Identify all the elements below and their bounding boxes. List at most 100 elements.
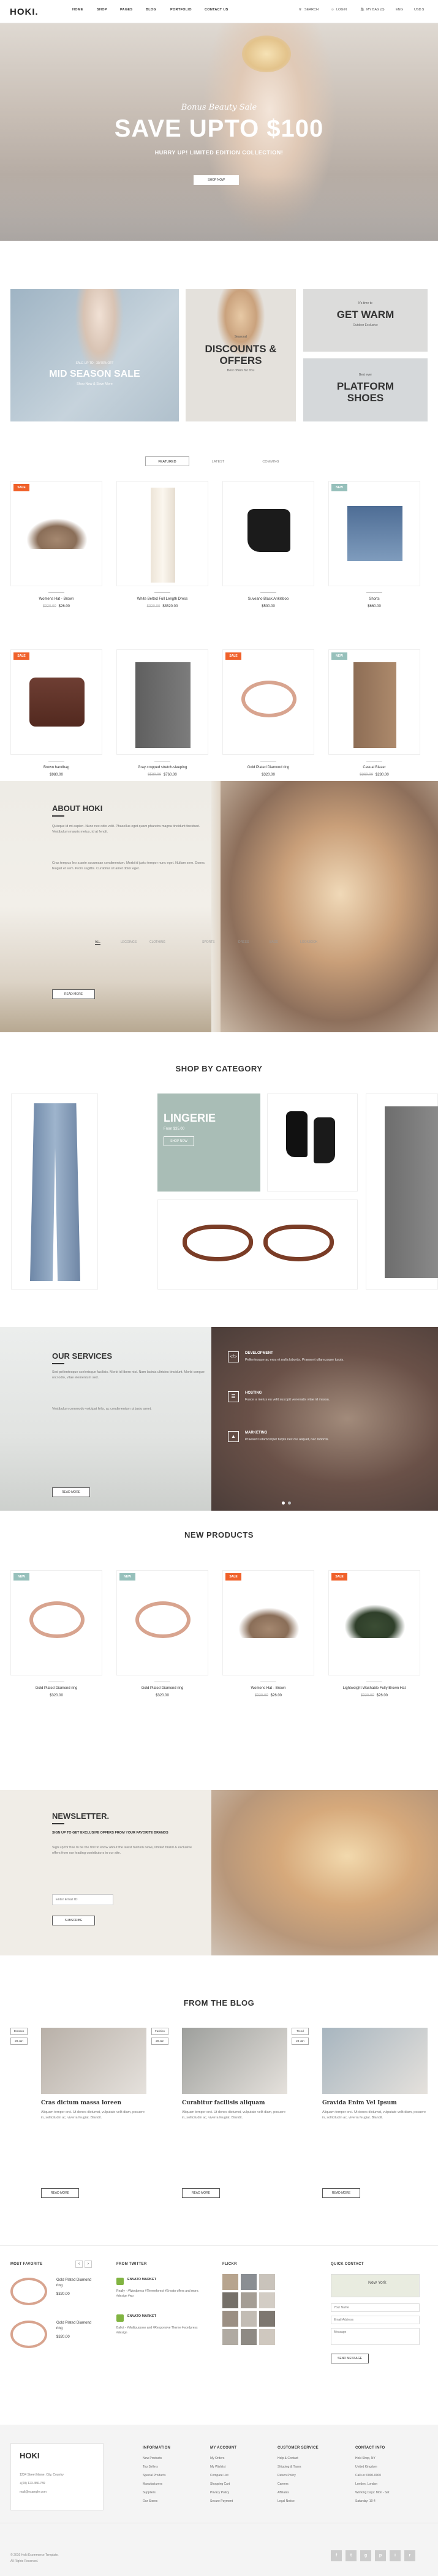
flickr-thumb[interactable] (259, 2329, 275, 2345)
hero-shop-now-button[interactable]: SHOP NOW (194, 175, 239, 185)
category-jeans[interactable] (11, 1093, 98, 1290)
product-card[interactable]: NEW (328, 481, 420, 586)
nav-pages[interactable]: PAGES (120, 8, 132, 12)
flickr-thumb[interactable] (241, 2311, 257, 2327)
footer-link[interactable]: My Wishlist (210, 2465, 225, 2469)
slider-dot[interactable] (282, 1501, 285, 1505)
instagram-icon[interactable]: i (390, 2550, 401, 2561)
footer-link[interactable]: Privacy Policy (210, 2491, 229, 2495)
tab-clothing[interactable]: CLOTHING (149, 940, 165, 944)
category-lingerie[interactable]: LINGERIE From $35.00 SHOP NOW (157, 1093, 260, 1192)
product-name[interactable]: Gray cropped stretch-sleeping (116, 766, 208, 769)
tab-latest[interactable]: LATEST (196, 456, 240, 466)
contact-name-input[interactable] (331, 2303, 420, 2312)
subscribe-button[interactable]: SUBSCRIBE (52, 1916, 95, 1925)
category-coat[interactable] (366, 1093, 438, 1290)
product-name[interactable]: Gold Plated Diamond ring (116, 1686, 208, 1690)
blog-post-title[interactable]: Cras dictum massa loreen (41, 2100, 121, 2106)
flickr-thumb[interactable] (259, 2292, 275, 2308)
promo-get-warm[interactable]: It's time to GET WARM Outdoor Exclusive (303, 289, 428, 352)
lang-select[interactable]: ENG (396, 8, 403, 12)
footer-link[interactable]: Our Stores (143, 2499, 157, 2503)
flickr-thumb[interactable] (241, 2274, 257, 2290)
blog-image[interactable] (322, 2028, 428, 2094)
tab-all[interactable]: ALL (95, 940, 100, 945)
blog-category-tag[interactable]: Fashion (151, 2028, 168, 2035)
next-arrow-icon[interactable]: › (85, 2261, 92, 2268)
footer-link[interactable]: Call us: 0000-0000 (355, 2474, 381, 2477)
lingerie-shop-button[interactable]: SHOP NOW (164, 1136, 194, 1146)
product-card[interactable]: SALE (10, 649, 102, 755)
blog-post-title[interactable]: Gravida Enim Vel Ipsum (322, 2100, 397, 2106)
blog-category-tag[interactable]: Trend (292, 2028, 309, 2035)
product-name[interactable]: Casual Blazer (328, 766, 420, 769)
google-plus-icon[interactable]: g (360, 2550, 371, 2561)
footer-link[interactable]: Return Policy (278, 2474, 296, 2477)
footer-link[interactable]: Suppliers (143, 2491, 156, 2495)
blog-post-title[interactable]: Curabitur facilisis aliquam (182, 2100, 265, 2106)
slider-dot[interactable] (288, 1501, 291, 1505)
contact-email-input[interactable] (331, 2316, 420, 2324)
blog-read-more-button[interactable]: READ MORE (182, 2188, 220, 2198)
tab-comming[interactable]: COMMING (249, 456, 293, 466)
user-icon[interactable]: ☺ (331, 8, 334, 12)
flickr-thumb[interactable] (259, 2274, 275, 2290)
twitter-icon[interactable]: t (345, 2550, 357, 2561)
blog-read-more-button[interactable]: READ MORE (322, 2188, 360, 2198)
prev-arrow-icon[interactable]: ‹ (75, 2261, 83, 2268)
product-name[interactable]: Shorts (328, 597, 420, 601)
footer-link[interactable]: Careers (278, 2482, 289, 2486)
flickr-thumb[interactable] (241, 2329, 257, 2345)
search-link[interactable]: SEARCH (304, 8, 319, 12)
nav-contact[interactable]: CONTACT US (205, 8, 228, 12)
flickr-thumb[interactable] (259, 2311, 275, 2327)
flickr-thumb[interactable] (222, 2274, 238, 2290)
logo[interactable]: HOKI. (10, 7, 39, 17)
footer-link[interactable]: London, London (355, 2482, 377, 2486)
footer-link[interactable]: Saturday: 10-4 (355, 2499, 376, 2503)
about-read-more-button[interactable]: READ MORE (52, 989, 95, 999)
tab-bags[interactable]: BAGS (270, 940, 278, 944)
tab-lookbook[interactable]: LOOKBOOK (300, 940, 317, 944)
footer-link[interactable]: Affiliates (278, 2491, 289, 2495)
product-name[interactable]: White Belted Full Length Dress (116, 597, 208, 601)
promo-mid-season[interactable]: SALE UP TO · 30/70% OFF MID SEASON SALE … (10, 289, 179, 421)
product-name[interactable]: Lightweight Washable Fully Brown Hat (328, 1686, 420, 1690)
bag-icon[interactable]: 🛍 (360, 8, 364, 12)
product-name[interactable]: Brown handbag (10, 766, 102, 769)
category-glasses[interactable] (157, 1199, 358, 1290)
blog-category-tag[interactable]: Dresses (10, 2028, 28, 2035)
product-card[interactable]: SALE (10, 481, 102, 586)
category-boots[interactable] (267, 1093, 358, 1192)
footer-link[interactable]: Help & Contact (278, 2457, 298, 2460)
tab-dress[interactable]: DRESS (238, 940, 249, 944)
product-name[interactable]: Suveano Black Ankleboo (222, 597, 314, 601)
promo-discounts[interactable]: Seasonal DISCOUNTS & OFFERS Best offers … (186, 289, 296, 421)
services-read-more-button[interactable]: READ MORE (52, 1487, 90, 1497)
promo-platform-shoes[interactable]: Best ever PLATFORM SHOES (303, 358, 428, 421)
footer-link[interactable]: Manufacturers (143, 2482, 162, 2486)
footer-link[interactable]: Top Sellers (143, 2465, 158, 2469)
newsletter-email-input[interactable] (52, 1894, 113, 1905)
footer-link[interactable]: Shipping & Taxes (278, 2465, 301, 2469)
footer-link[interactable]: United Kingdom (355, 2465, 377, 2469)
blog-image[interactable] (182, 2028, 287, 2094)
tab-featured[interactable]: FEATURED (145, 456, 189, 466)
flickr-thumb[interactable] (222, 2329, 238, 2345)
footer-link[interactable]: Shopping Cart (210, 2482, 230, 2486)
product-name[interactable]: Gold Plated Diamond ring (10, 1686, 102, 1690)
footer-link[interactable]: Special Products (143, 2474, 166, 2477)
product-name[interactable]: Womens Hat - Brown (10, 597, 102, 601)
login-link[interactable]: LOGIN (336, 8, 347, 12)
rss-icon[interactable]: r (404, 2550, 415, 2561)
tab-sports[interactable]: SPORTS (202, 940, 214, 944)
product-card[interactable]: NEW (10, 1570, 102, 1675)
product-card[interactable]: NEW (116, 1570, 208, 1675)
tweet-user[interactable]: ENVATO MARKET (127, 2314, 156, 2318)
flickr-thumb[interactable] (241, 2292, 257, 2308)
footer-link[interactable]: New Products (143, 2457, 162, 2460)
footer-link[interactable]: My Orders (210, 2457, 224, 2460)
send-message-button[interactable]: SEND MESSAGE (331, 2354, 369, 2363)
tab-leggings[interactable]: LEGGINGS (121, 940, 137, 944)
nav-portfolio[interactable]: PORTFOLIO (170, 8, 192, 12)
